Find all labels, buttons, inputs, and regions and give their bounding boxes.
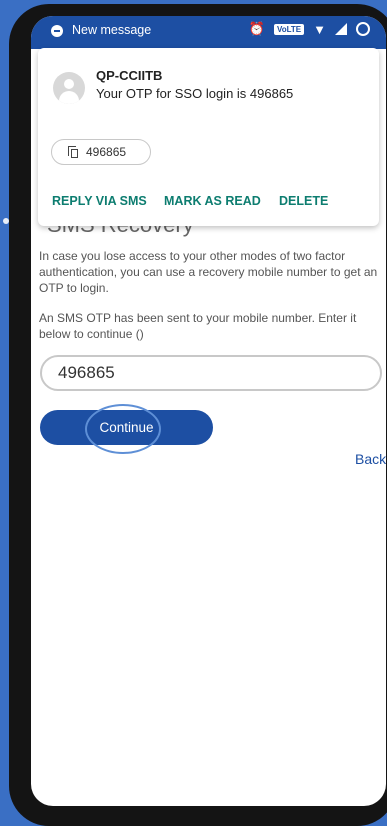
alarm-icon: ⏰ [248, 21, 265, 36]
sms-notification[interactable]: QP-CCIITB Your OTP for SSO login is 4968… [38, 48, 379, 226]
volte-icon: VoLTE [273, 23, 305, 35]
notification-actions: REPLY VIA SMS MARK AS READ DELETE [52, 194, 328, 208]
copy-otp-label: 496865 [86, 145, 127, 159]
status-icons: ⏰ VoLTE ▼ [249, 21, 370, 37]
copy-otp-chip[interactable]: 496865 [51, 139, 151, 165]
recovery-description: In case you lose access to your other mo… [39, 249, 378, 295]
otp-input[interactable] [40, 355, 382, 391]
back-link[interactable]: Back [355, 451, 386, 467]
phone-screen: New message ⏰ VoLTE ▼ QP-CCIITB Your OTP… [31, 16, 386, 806]
notification-message: Your OTP for SSO login is 496865 [96, 86, 294, 101]
otp-instruction: An SMS OTP has been sent to your mobile … [39, 311, 357, 341]
battery-icon [356, 22, 370, 36]
avatar [53, 72, 85, 104]
continue-button[interactable]: Continue [40, 410, 213, 445]
phone-frame: New message ⏰ VoLTE ▼ QP-CCIITB Your OTP… [9, 4, 387, 826]
status-bar: New message ⏰ VoLTE ▼ [31, 16, 386, 49]
copy-icon [68, 146, 78, 158]
message-icon [51, 25, 63, 37]
reply-via-sms-button[interactable]: REPLY VIA SMS [52, 194, 164, 208]
notification-sender: QP-CCIITB [96, 68, 163, 83]
signal-icon [335, 23, 347, 35]
delete-button[interactable]: DELETE [279, 194, 328, 208]
wifi-icon: ▼ [313, 21, 326, 37]
status-bar-title: New message [72, 23, 152, 37]
mark-as-read-button[interactable]: MARK AS READ [164, 194, 279, 208]
